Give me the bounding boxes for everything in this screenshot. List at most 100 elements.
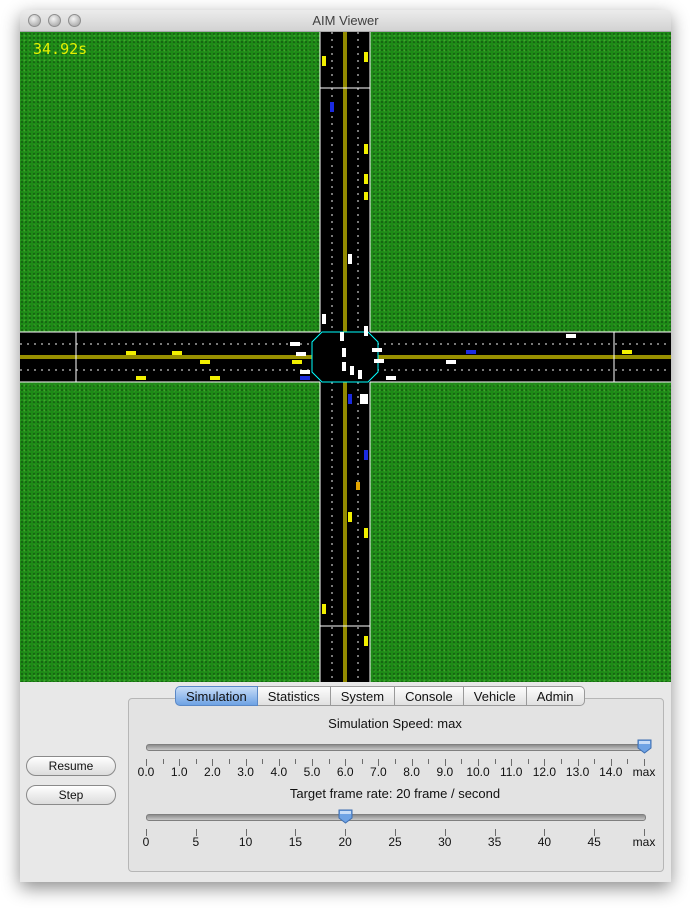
vehicle: [322, 604, 326, 614]
slider-tick-label: 0.0: [137, 765, 155, 779]
tab-statistics[interactable]: Statistics: [257, 686, 331, 706]
slider-tick: [627, 759, 629, 764]
vehicle: [342, 362, 346, 371]
slider-tick-label: 11.0: [499, 765, 523, 779]
frame-rate-label: Target frame rate: 20 frame / second: [289, 786, 501, 801]
slider-tick: [361, 759, 363, 764]
slider-tick-label: 10.0: [466, 765, 490, 779]
vehicle: [446, 360, 456, 364]
road-map: [20, 32, 671, 682]
slider-tick-label: 6.0: [336, 765, 354, 779]
vehicle: [342, 348, 346, 357]
slider-tick-label: 10: [238, 835, 253, 849]
vehicle: [300, 376, 310, 380]
slider-tick-label: max: [632, 765, 656, 779]
tab-admin[interactable]: Admin: [526, 686, 585, 706]
simulation-speed-track[interactable]: [146, 744, 646, 751]
vehicle: [292, 360, 302, 364]
slider-tick-label: 0: [142, 835, 150, 849]
simulation-timer: 34.92s: [33, 40, 88, 58]
vehicle: [566, 334, 576, 338]
vehicle: [210, 376, 220, 380]
slider-tick-label: 7.0: [370, 765, 387, 779]
vehicle: [348, 512, 352, 522]
slider-tick: [229, 759, 230, 764]
tab-console[interactable]: Console: [395, 686, 464, 706]
vehicle: [364, 326, 368, 336]
slider-tick-label: 12.0: [532, 765, 557, 779]
slider-tick-label: 2.0: [204, 765, 221, 779]
vehicle: [364, 450, 368, 460]
tab-simulation[interactable]: Simulation: [175, 686, 258, 706]
vehicle: [374, 359, 384, 363]
vehicle: [136, 376, 146, 380]
vehicle: [364, 636, 368, 646]
slider-tick: [262, 759, 264, 764]
vehicle: [126, 351, 136, 355]
vehicle: [364, 394, 368, 404]
tab-vehicle[interactable]: Vehicle: [463, 686, 527, 706]
slider-tick-label: 5.0: [303, 765, 321, 779]
vehicle: [348, 254, 352, 264]
slider-tick: [594, 759, 596, 764]
slider-tick: [162, 759, 164, 764]
slider-tick: [395, 759, 396, 764]
title-bar: AIM Viewer: [20, 10, 671, 32]
simulation-speed-label: Simulation Speed: max: [328, 716, 462, 731]
slider-tick: [428, 759, 430, 764]
slider-tick-label: 5: [192, 835, 200, 849]
slider-tick-label: 30: [438, 835, 452, 849]
vehicle: [372, 348, 382, 352]
vehicle: [360, 394, 364, 404]
slider-tick: [461, 759, 463, 764]
vehicle: [364, 174, 368, 184]
vehicle: [364, 52, 368, 62]
aim-viewer-window: AIM Viewer 34.92s Resume Step Simulation…: [20, 10, 671, 882]
slider-tick-label: 35: [487, 835, 502, 849]
vehicle: [348, 394, 352, 404]
slider-tick: [527, 759, 529, 764]
vehicle: [358, 370, 362, 379]
window-title: AIM Viewer: [312, 13, 379, 28]
frame-rate-track[interactable]: [146, 814, 646, 821]
vehicle: [466, 350, 476, 354]
vehicle: [386, 376, 396, 380]
slider-tick-label: 25: [388, 835, 402, 849]
slider-tick-label: 14.0: [599, 765, 623, 779]
slider-tick-label: 13.0: [565, 765, 590, 779]
simulation-speed-slider-thumb[interactable]: [637, 739, 652, 754]
slider-tick-label: 45: [587, 835, 601, 849]
vehicle: [172, 351, 182, 355]
slider-tick: [561, 759, 562, 764]
vehicle: [350, 366, 354, 375]
tab-system[interactable]: System: [330, 686, 396, 706]
vehicle: [340, 332, 344, 341]
vehicle: [322, 56, 326, 66]
vehicle: [290, 342, 300, 346]
vehicle: [200, 360, 210, 364]
vehicle: [322, 314, 326, 324]
vehicle: [330, 102, 334, 112]
vehicle: [300, 370, 310, 374]
frame-rate-slider-thumb[interactable]: [338, 809, 353, 824]
slider-tick-label: 4.0: [270, 765, 288, 779]
slider-tick-label: 15: [288, 835, 303, 849]
vehicle: [296, 352, 306, 356]
tab-bar: Simulation Statistics System Console Veh…: [175, 686, 585, 706]
simulation-canvas[interactable]: 34.92s: [20, 32, 671, 682]
slider-tick-label: 40: [537, 835, 552, 849]
slider-tick-label: 9.0: [436, 765, 454, 779]
slider-tick: [494, 759, 496, 764]
vehicle: [364, 528, 368, 538]
vehicle: [356, 482, 360, 490]
step-button[interactable]: Step: [26, 785, 116, 805]
slider-tick-label: 20: [338, 835, 352, 849]
slider-tick: [195, 759, 197, 764]
slider-tick-label: 1.0: [170, 765, 188, 779]
vehicle: [364, 144, 368, 154]
vehicle: [364, 192, 368, 200]
control-panel: Resume Step Simulation Statistics System…: [20, 682, 671, 882]
slider-tick-label: max: [632, 835, 656, 849]
slider-tick: [295, 759, 297, 764]
slider-tick-label: 8.0: [403, 765, 420, 779]
